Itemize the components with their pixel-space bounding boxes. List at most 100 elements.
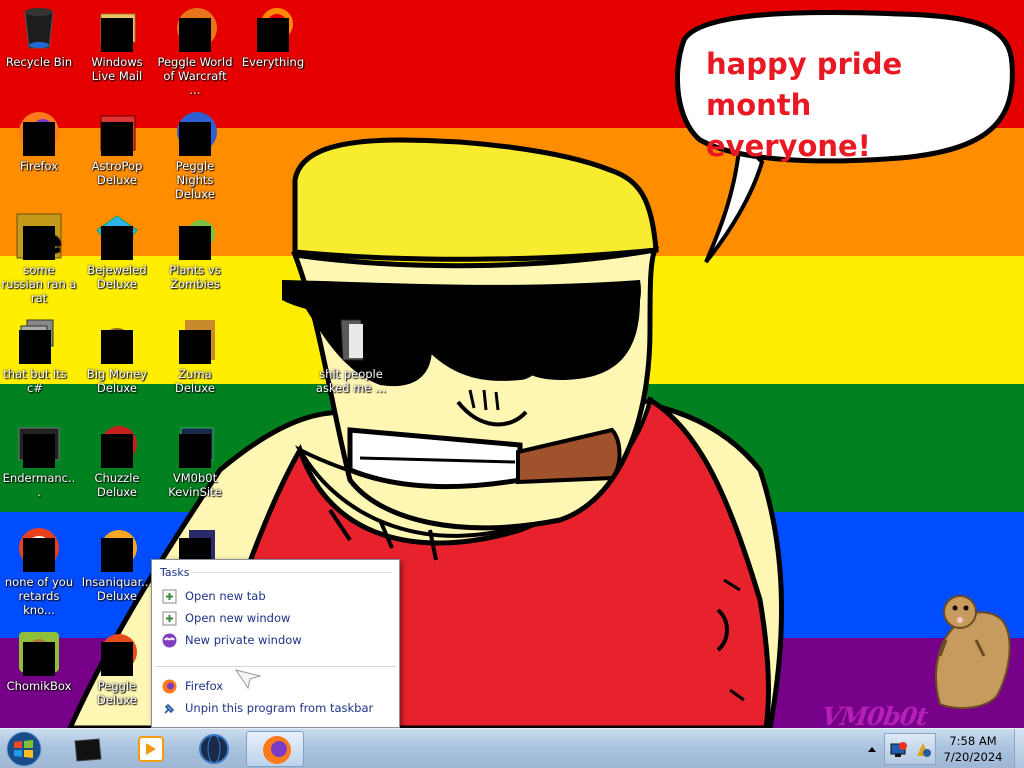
icon-label: shit people asked me ... — [315, 367, 387, 395]
censor-block — [101, 122, 133, 156]
censor-block — [179, 226, 211, 260]
desktop-icon-insaniquarium[interactable]: Insaniquar... Deluxe — [78, 524, 156, 603]
jump-list-section-title: Tasks — [160, 566, 190, 579]
jump-item-label: Unpin this program from taskbar — [185, 701, 374, 715]
censor-block — [23, 122, 55, 156]
desktop-icon-folder[interactable]: shit people asked me ... — [312, 316, 390, 395]
new-window-icon — [162, 611, 177, 626]
plants-vs-zombies-icon — [171, 212, 219, 260]
mouse-cursor-icon — [234, 669, 262, 690]
stacked-windows-icon — [11, 316, 59, 364]
taskbar-globe-browser[interactable] — [184, 731, 242, 767]
terminal-icon — [15, 420, 63, 468]
censor-block — [23, 538, 55, 572]
desktop-icon-kevinsite[interactable]: VM0b0t KevinSite — [156, 420, 234, 499]
firefox-icon — [263, 736, 291, 764]
censor-block — [101, 642, 133, 676]
icon-label: Bejeweled Deluxe — [87, 263, 147, 291]
icon-label: Insaniquar... Deluxe — [81, 575, 153, 603]
zuma-icon — [171, 316, 219, 364]
bejeweled-icon — [93, 212, 141, 260]
icon-label: Recycle Bin — [5, 55, 73, 69]
icon-label: Peggle World of Warcraft ... — [157, 55, 233, 97]
jump-item-label: New private window — [185, 633, 302, 647]
everything-search-icon — [249, 4, 297, 52]
globe-browser-icon — [199, 734, 229, 764]
icon-label: Firefox — [19, 159, 59, 173]
jump-item-firefox[interactable]: Firefox — [155, 675, 396, 697]
start-button[interactable] — [4, 731, 44, 767]
icon-label: Zuma Deluxe — [175, 367, 215, 395]
censor-block — [101, 330, 133, 364]
windows-logo-icon — [6, 731, 42, 767]
clock-time: 7:58 AM — [949, 734, 997, 748]
desktop-icon-peggle-wow[interactable]: Peggle World of Warcraft ... — [156, 4, 234, 97]
icon-label: Windows Live Mail — [91, 55, 143, 83]
peggle-icon — [93, 628, 141, 676]
jump-item-open-new-window[interactable]: Open new window — [155, 607, 396, 629]
taskbar-media-player[interactable] — [120, 731, 178, 767]
jump-item-unpin[interactable]: Unpin this program from taskbar — [155, 697, 396, 719]
taskbar-firefox[interactable] — [246, 731, 304, 767]
desktop-icon-zuma[interactable]: Zuma Deluxe — [156, 316, 234, 395]
desktop-icon-astropop[interactable]: AstroPop Deluxe — [78, 108, 156, 187]
speech-line-1: happy pride month — [706, 47, 903, 122]
icon-label: ChomikBox — [6, 679, 72, 693]
censor-block — [101, 226, 133, 260]
desktop-icon-peggle-deluxe[interactable]: Peggle Deluxe — [78, 628, 156, 707]
icon-label: Peggle Deluxe — [97, 679, 137, 707]
chuzzle-icon — [93, 420, 141, 468]
jump-item-label: Open new window — [185, 611, 291, 625]
icon-label: none of you retards kno... — [4, 575, 74, 617]
wallpaper-watermark: VM0b0t — [819, 702, 929, 728]
unpin-icon — [164, 703, 175, 714]
icon-label: Plants vs Zombies — [169, 263, 221, 291]
censor-block — [101, 538, 133, 572]
show-desktop-button[interactable] — [1014, 729, 1024, 768]
desktop-icon-everything[interactable]: Everything — [234, 4, 312, 69]
windows-live-mail-icon — [93, 4, 141, 52]
tray-icon-area[interactable] — [884, 733, 936, 765]
astropop-icon — [93, 108, 141, 156]
desktop-icon-endermanc[interactable]: Endermanc... — [0, 420, 78, 499]
peggle-wow-icon — [171, 4, 219, 52]
network-icon — [890, 742, 907, 757]
desktop-icon-chuzzle[interactable]: Chuzzle Deluxe — [78, 420, 156, 499]
jump-item-label: Open new tab — [185, 589, 266, 603]
desktop-icon-firefox[interactable]: Firefox — [0, 108, 78, 173]
desktop-icon-chomikbox[interactable]: ChomikBox — [0, 628, 78, 693]
desktop-icon-that-but-csharp[interactable]: that but its c# — [0, 316, 74, 395]
firefox-icon — [15, 108, 63, 156]
censor-block — [101, 18, 133, 52]
insaniquarium-icon — [93, 524, 141, 572]
jump-item-label: Firefox — [185, 679, 224, 693]
desktop-icon-plants-vs-zombies[interactable]: Plants vs Zombies — [156, 212, 234, 291]
taskbar-clock[interactable]: 7:58 AM 7/20/2024 — [935, 733, 1011, 765]
firefox-icon — [162, 679, 177, 694]
desktop-icon-bejeweled[interactable]: Bejeweled Deluxe — [78, 212, 156, 291]
new-tab-icon — [162, 589, 177, 604]
icon-label: Everything — [241, 55, 305, 69]
taskbar-file-explorer[interactable] — [58, 731, 116, 767]
icon-label: Peggle Nights Deluxe — [175, 159, 215, 201]
censor-block — [19, 330, 51, 364]
censor-block — [101, 434, 133, 468]
desktop-icon-windows-live-mail[interactable]: Windows Live Mail — [78, 4, 156, 83]
desktop-icon-recycle-bin[interactable]: Recycle Bin — [0, 4, 78, 69]
tray-overflow-arrow[interactable] — [866, 741, 878, 757]
peggle-nights-icon — [171, 108, 219, 156]
desktop-icon-peggle-nights[interactable]: Peggle Nights Deluxe — [156, 108, 234, 201]
big-money-icon — [93, 316, 141, 364]
section-divider — [192, 572, 392, 573]
desktop-icon-russian-rat[interactable]: e some russian ran a rat — [0, 212, 78, 305]
icon-label: Big Money Deluxe — [86, 367, 148, 395]
desktop-icon-none-of-you[interactable]: none of you retards kno... — [0, 524, 78, 617]
desktop-icon-big-money[interactable]: Big Money Deluxe — [78, 316, 156, 395]
censor-block — [23, 642, 55, 676]
windows-media-player-icon — [138, 736, 164, 762]
censor-block — [179, 122, 211, 156]
jump-item-new-private-window[interactable]: New private window — [155, 629, 396, 651]
menu-separator — [155, 666, 396, 667]
jump-item-open-new-tab[interactable]: Open new tab — [155, 585, 396, 607]
censor-block — [23, 226, 55, 260]
